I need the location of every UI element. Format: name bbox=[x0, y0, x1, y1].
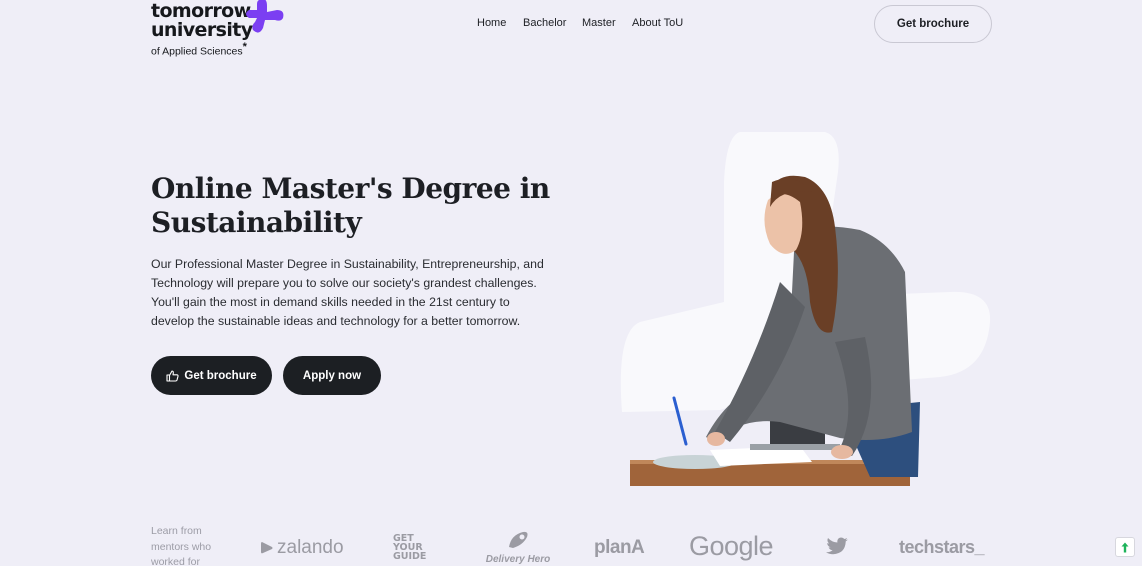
delivery-hero-icon bbox=[509, 531, 528, 548]
apply-now-button[interactable]: Apply now bbox=[283, 356, 381, 395]
scroll-to-top-button[interactable] bbox=[1115, 537, 1135, 557]
page-title: Online Master's Degree in Sustainability bbox=[151, 172, 550, 239]
hero-description: Our Professional Master Degree in Sustai… bbox=[151, 257, 544, 328]
get-brochure-button[interactable]: Get brochure bbox=[151, 356, 272, 395]
nav-item-master[interactable]: Master bbox=[582, 17, 616, 29]
get-brochure-label: Get brochure bbox=[184, 369, 257, 382]
nav-item-about[interactable]: About ToU bbox=[632, 17, 683, 29]
zalando-logo: zalando bbox=[260, 537, 344, 559]
hero-illustration bbox=[620, 132, 991, 486]
plana-logo: planA bbox=[594, 537, 645, 558]
twitter-logo bbox=[825, 537, 849, 562]
brand-logo[interactable]: tomorrow university of Applied Sciences* bbox=[151, 0, 291, 58]
brand-line-3: of Applied Sciences* bbox=[151, 41, 247, 58]
nav-item-home[interactable]: Home bbox=[477, 17, 506, 29]
partners-label: Learn from mentors who worked for bbox=[151, 525, 212, 566]
delivery-hero-logo: Delivery Hero bbox=[483, 529, 553, 565]
twitter-bird-icon bbox=[826, 537, 848, 555]
getyourguide-logo: GET YOUR GUIDE bbox=[393, 533, 427, 562]
header-get-brochure-button[interactable]: Get brochure bbox=[874, 5, 992, 43]
nav-item-bachelor[interactable]: Bachelor bbox=[523, 17, 566, 29]
techstars-logo: techstars_ bbox=[899, 537, 985, 557]
thumbs-up-icon bbox=[166, 369, 179, 382]
brand-cross-icon bbox=[246, 0, 284, 33]
zalando-play-icon bbox=[261, 542, 273, 554]
google-logo: Google bbox=[689, 531, 774, 561]
arrow-up-icon bbox=[1121, 542, 1129, 552]
